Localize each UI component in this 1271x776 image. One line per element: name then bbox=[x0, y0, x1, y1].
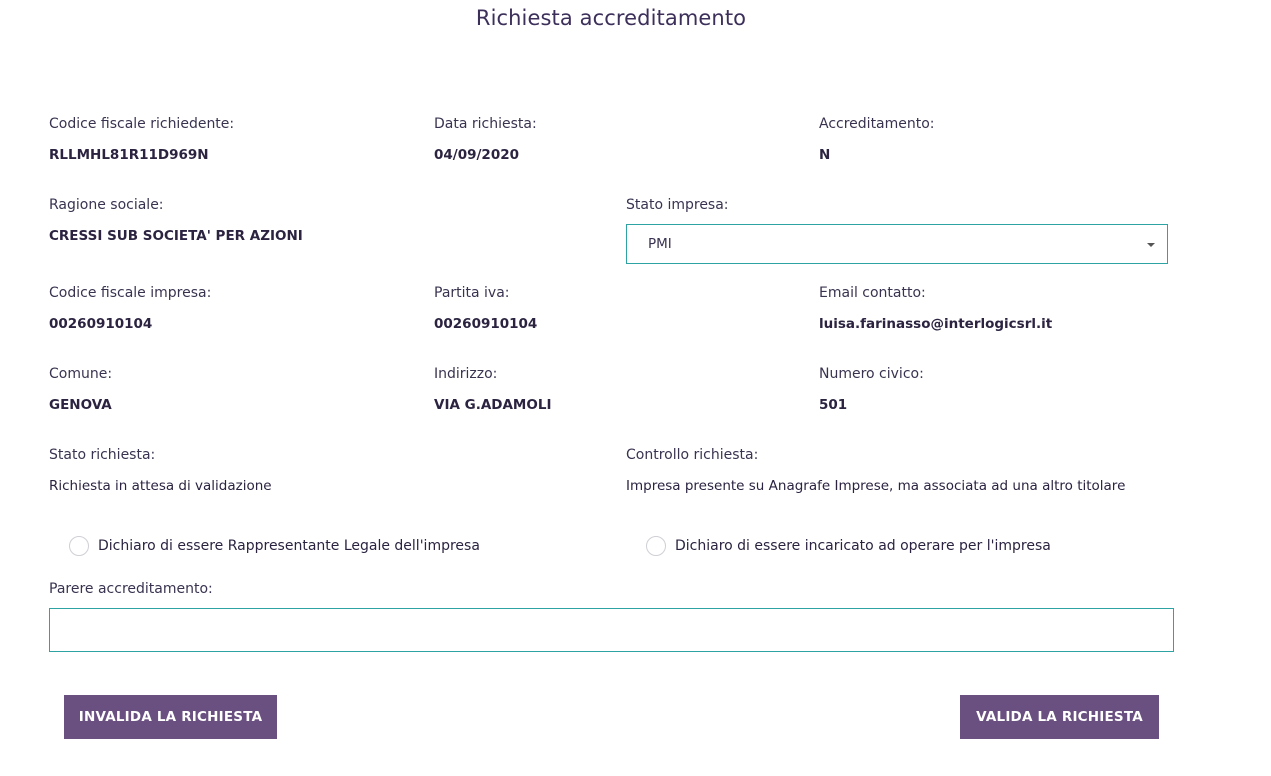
radio-rappresentante-legale[interactable]: Dichiaro di essere Rappresentante Legale… bbox=[69, 536, 480, 556]
field-ragione-sociale: Ragione sociale: CRESSI SUB SOCIETA' PER… bbox=[49, 197, 303, 244]
field-label: Numero civico: bbox=[819, 366, 924, 382]
radio-label: Dichiaro di essere Rappresentante Legale… bbox=[98, 538, 480, 554]
field-controllo-richiesta: Controllo richiesta: Impresa presente su… bbox=[626, 447, 1125, 494]
field-label: Codice fiscale richiedente: bbox=[49, 116, 235, 132]
radio-circle[interactable] bbox=[646, 536, 666, 556]
field-label: Parere accreditamento: bbox=[49, 581, 213, 597]
field-partita-iva: Partita iva: 00260910104 bbox=[434, 285, 537, 332]
field-label: Data richiesta: bbox=[434, 116, 537, 132]
field-value: Richiesta in attesa di validazione bbox=[49, 478, 272, 494]
field-value: 00260910104 bbox=[434, 316, 538, 332]
radio-label: Dichiaro di essere incaricato ad operare… bbox=[675, 538, 1051, 554]
field-value: N bbox=[819, 147, 831, 163]
field-parere-accreditamento: Parere accreditamento: bbox=[49, 581, 213, 597]
field-value: luisa.farinasso@interlogicsrl.it bbox=[819, 316, 1053, 332]
valida-richiesta-button[interactable]: VALIDA LA RICHIESTA bbox=[960, 695, 1159, 739]
field-label: Comune: bbox=[49, 366, 113, 382]
field-stato-impresa: Stato impresa: bbox=[626, 197, 729, 213]
radio-incaricato[interactable]: Dichiaro di essere incaricato ad operare… bbox=[646, 536, 1051, 556]
field-indirizzo: Indirizzo: VIA G.ADAMOLI bbox=[434, 366, 551, 413]
parere-accreditamento-input[interactable] bbox=[49, 608, 1174, 652]
field-label: Stato impresa: bbox=[626, 197, 729, 213]
field-label: Ragione sociale: bbox=[49, 197, 164, 213]
field-codice-fiscale-richiedente: Codice fiscale richiedente: RLLMHL81R11D… bbox=[49, 116, 234, 163]
field-label: Controllo richiesta: bbox=[626, 447, 759, 463]
field-value: CRESSI SUB SOCIETA' PER AZIONI bbox=[49, 228, 303, 244]
field-value: VIA G.ADAMOLI bbox=[434, 397, 552, 413]
radio-circle[interactable] bbox=[69, 536, 89, 556]
field-email-contatto: Email contatto: luisa.farinasso@interlog… bbox=[819, 285, 1052, 332]
stato-impresa-select[interactable]: PMI bbox=[626, 224, 1168, 264]
field-label: Partita iva: bbox=[434, 285, 510, 301]
field-comune: Comune: GENOVA bbox=[49, 366, 112, 413]
field-data-richiesta: Data richiesta: 04/09/2020 bbox=[434, 116, 537, 163]
stato-impresa-selected-value: PMI bbox=[648, 236, 672, 252]
field-value: 04/09/2020 bbox=[434, 147, 520, 163]
field-accreditamento: Accreditamento: N bbox=[819, 116, 935, 163]
invalida-richiesta-button[interactable]: INVALIDA LA RICHIESTA bbox=[64, 695, 277, 739]
page-title: Richiesta accreditamento bbox=[475, 6, 747, 30]
field-value: 501 bbox=[819, 397, 848, 413]
field-label: Accreditamento: bbox=[819, 116, 935, 132]
chevron-down-icon bbox=[1147, 243, 1155, 247]
field-codice-fiscale-impresa: Codice fiscale impresa: 00260910104 bbox=[49, 285, 211, 332]
field-value: Impresa presente su Anagrafe Imprese, ma… bbox=[626, 478, 1126, 494]
field-value: 00260910104 bbox=[49, 316, 153, 332]
field-label: Email contatto: bbox=[819, 285, 926, 301]
field-value: GENOVA bbox=[49, 397, 112, 413]
field-label: Codice fiscale impresa: bbox=[49, 285, 212, 301]
field-stato-richiesta: Stato richiesta: Richiesta in attesa di … bbox=[49, 447, 272, 494]
field-value: RLLMHL81R11D969N bbox=[49, 147, 209, 163]
field-label: Stato richiesta: bbox=[49, 447, 156, 463]
field-label: Indirizzo: bbox=[434, 366, 498, 382]
field-numero-civico: Numero civico: 501 bbox=[819, 366, 924, 413]
